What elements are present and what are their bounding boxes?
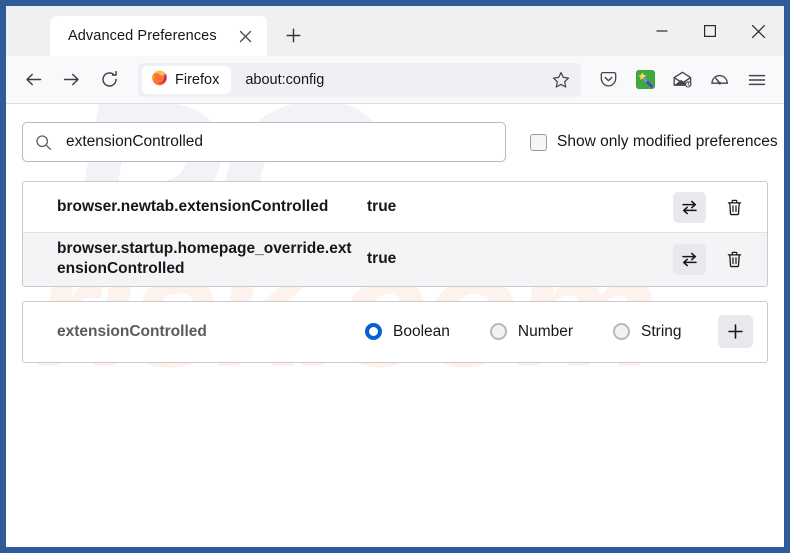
- navigation-toolbar: Firefox about:config: [6, 56, 784, 104]
- table-row[interactable]: browser.newtab.extensionControlled true: [23, 182, 767, 232]
- pref-actions: [673, 243, 757, 275]
- search-row: extensionControlled Show only modified p…: [22, 122, 778, 162]
- show-modified-label: Show only modified preferences: [557, 133, 778, 150]
- browser-tab[interactable]: Advanced Preferences: [50, 16, 267, 56]
- firefox-logo-icon: [151, 69, 168, 91]
- reload-icon[interactable]: [92, 63, 126, 97]
- mail-icon[interactable]: [665, 63, 700, 97]
- preferences-table: browser.newtab.extensionControlled true: [22, 181, 768, 287]
- new-tab-button[interactable]: [279, 20, 309, 50]
- radio-boolean-label: Boolean: [393, 322, 450, 340]
- back-icon[interactable]: [16, 63, 50, 97]
- pref-value: true: [367, 198, 397, 215]
- new-pref-name: extensionControlled: [57, 322, 207, 340]
- add-preference-panel: extensionControlled Boolean Number Strin…: [22, 300, 768, 363]
- firefox-brand-chip: Firefox: [142, 65, 232, 94]
- show-modified-checkbox[interactable]: [530, 133, 547, 151]
- minimize-icon[interactable]: [638, 8, 686, 54]
- search-input[interactable]: extensionControlled: [22, 122, 506, 162]
- browser-window: Advanced Preferences Firefox about:confi…: [0, 0, 790, 553]
- about-config-page: extensionControlled Show only modified p…: [6, 104, 784, 363]
- pocket-icon[interactable]: [591, 63, 626, 97]
- radio-boolean-indicator[interactable]: [365, 323, 382, 341]
- window-close-icon[interactable]: [734, 8, 782, 54]
- toggle-arrows-icon[interactable]: [673, 191, 706, 223]
- extension-icon[interactable]: [628, 63, 663, 97]
- radio-string-label: String: [641, 322, 682, 340]
- radio-option-boolean[interactable]: Boolean: [365, 323, 450, 341]
- new-pref-type-group: Boolean Number String: [353, 323, 718, 341]
- url-text: about:config: [245, 71, 325, 88]
- show-modified-row[interactable]: Show only modified preferences: [530, 133, 778, 151]
- window-controls: [638, 6, 784, 56]
- radio-string-indicator[interactable]: [613, 323, 631, 341]
- radio-option-number[interactable]: Number: [489, 322, 574, 341]
- pref-name: browser.startup.homepage_override.extens…: [57, 240, 352, 278]
- radio-number-indicator[interactable]: [489, 323, 507, 341]
- trash-icon[interactable]: [718, 244, 751, 275]
- pref-actions: [673, 191, 757, 223]
- forward-icon[interactable]: [54, 63, 88, 97]
- firefox-brand-label: Firefox: [175, 71, 220, 88]
- pref-value: true: [367, 250, 397, 268]
- address-bar[interactable]: Firefox about:config: [138, 62, 581, 97]
- add-preference-row: extensionControlled Boolean Number Strin…: [23, 302, 767, 362]
- add-preference-button[interactable]: [718, 315, 753, 349]
- toggle-arrows-icon[interactable]: [673, 243, 706, 275]
- bookmark-star-icon[interactable]: [545, 65, 577, 95]
- tab-title: Advanced Preferences: [68, 28, 217, 44]
- close-icon[interactable]: [233, 23, 259, 49]
- trash-icon[interactable]: [718, 192, 751, 223]
- toolbar-icon-group: [591, 63, 774, 97]
- window-inner: Advanced Preferences Firefox about:confi…: [6, 6, 784, 547]
- tab-strip: Advanced Preferences: [6, 6, 784, 56]
- hamburger-menu-icon[interactable]: [739, 63, 774, 97]
- pref-name: browser.newtab.extensionControlled: [57, 197, 329, 215]
- table-row[interactable]: browser.startup.homepage_override.extens…: [23, 232, 767, 286]
- search-input-value: extensionControlled: [66, 133, 204, 150]
- radio-number-label: Number: [517, 322, 574, 340]
- maximize-icon[interactable]: [686, 8, 734, 54]
- speedometer-icon[interactable]: [702, 63, 737, 97]
- radio-option-string[interactable]: String: [613, 323, 682, 341]
- page-content: PC risk.com extensionControlled: [6, 104, 784, 547]
- search-icon: [35, 134, 52, 151]
